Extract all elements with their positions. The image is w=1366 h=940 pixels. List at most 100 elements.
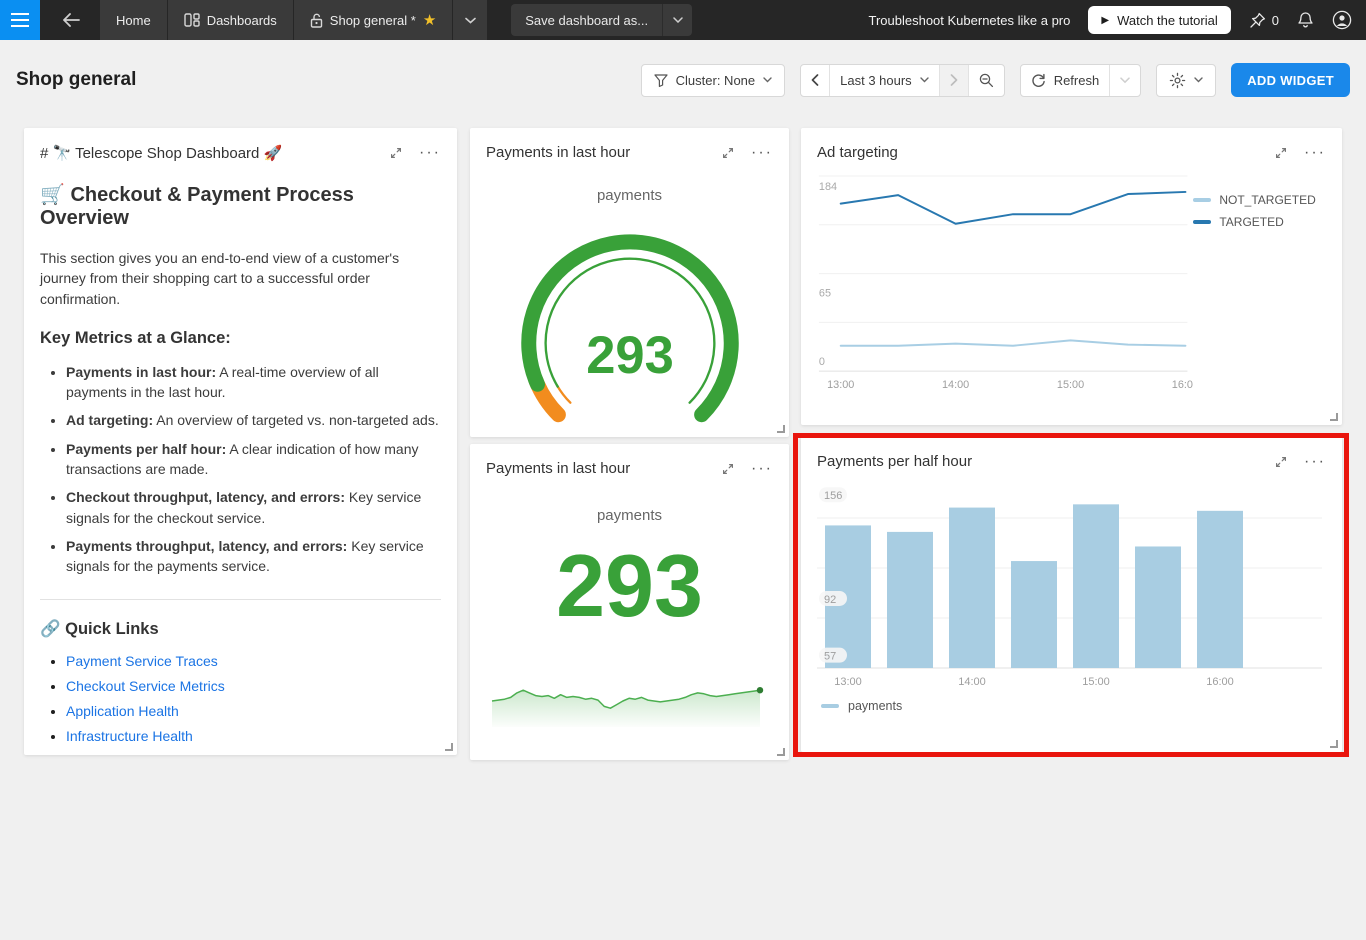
svg-text:15:00: 15:00 xyxy=(1082,676,1110,688)
list-item: Payments per half hour: A clear indicati… xyxy=(66,439,441,480)
notifications-button[interactable] xyxy=(1297,11,1314,29)
save-dashboard-as-button[interactable]: Save dashboard as... xyxy=(511,4,662,36)
time-range-label: Last 3 hours xyxy=(840,73,912,88)
expand-icon[interactable] xyxy=(721,462,735,476)
back-button[interactable] xyxy=(54,3,88,37)
list-item: Checkout Service Metrics xyxy=(66,678,441,694)
payments-per-half-hour-widget: Payments per half hour ··· 156925713:001… xyxy=(801,437,1342,752)
widget-menu-icon[interactable]: ··· xyxy=(419,149,441,157)
zoom-out-icon xyxy=(979,73,994,88)
legend-item: TARGETED xyxy=(1193,215,1334,229)
list-item: SUSE Observability Documentation xyxy=(66,753,441,755)
link-payment-service-traces[interactable]: Payment Service Traces xyxy=(66,653,218,669)
widget-menu-icon[interactable]: ··· xyxy=(751,465,773,473)
widget-menu-icon[interactable]: ··· xyxy=(1304,149,1326,157)
play-icon: ▶ xyxy=(1101,15,1109,26)
expand-icon[interactable] xyxy=(1274,146,1288,160)
save-dashboard-dropdown-button[interactable] xyxy=(662,4,692,36)
svg-text:13:00: 13:00 xyxy=(827,379,854,391)
legend-item: NOT_TARGETED xyxy=(1193,193,1334,207)
expand-icon[interactable] xyxy=(1274,455,1288,469)
hamburger-menu-button[interactable] xyxy=(0,0,40,40)
navbar-right: Troubleshoot Kubernetes like a pro ▶ Wat… xyxy=(869,6,1366,34)
refresh-label: Refresh xyxy=(1054,73,1100,88)
widget-title: Payments in last hour xyxy=(486,144,721,161)
svg-text:92: 92 xyxy=(824,594,836,606)
tab-home[interactable]: Home xyxy=(100,0,168,40)
header-toolbar: Cluster: None Last 3 hours xyxy=(641,63,1350,97)
tab-shop-general[interactable]: Shop general * ★ xyxy=(294,0,453,40)
list-item: Infrastructure Health xyxy=(66,728,441,744)
unlock-icon xyxy=(310,13,323,28)
svg-text:13:00: 13:00 xyxy=(834,676,862,688)
legend-label: TARGETED xyxy=(1219,215,1283,229)
payments-gauge-chart: 293 xyxy=(480,208,780,436)
resize-handle[interactable] xyxy=(1330,413,1338,421)
time-range-button[interactable]: Last 3 hours xyxy=(830,65,940,96)
widget-title: Ad targeting xyxy=(817,144,1274,161)
chevron-down-icon xyxy=(763,77,772,83)
refresh-button[interactable]: Refresh xyxy=(1021,65,1111,96)
widget-menu-icon[interactable]: ··· xyxy=(751,149,773,157)
legend-swatch xyxy=(821,704,839,708)
bell-icon xyxy=(1297,11,1314,29)
filter-icon xyxy=(654,74,668,87)
back-arrow-icon xyxy=(64,14,79,26)
pin-count: 0 xyxy=(1272,13,1279,28)
refresh-icon xyxy=(1031,73,1046,88)
widget-menu-icon[interactable]: ··· xyxy=(1304,458,1326,466)
ad-targeting-widget: Ad targeting ··· 18465013:0014:0015:0016… xyxy=(801,128,1342,425)
resize-handle[interactable] xyxy=(777,425,785,433)
zoom-out-time-button[interactable] xyxy=(969,65,1004,96)
legend-swatch xyxy=(1193,198,1211,202)
resize-handle[interactable] xyxy=(445,743,453,751)
watch-tutorial-button[interactable]: ▶ Watch the tutorial xyxy=(1088,6,1230,34)
save-dashboard-group: Save dashboard as... xyxy=(511,4,692,36)
tab-home-label: Home xyxy=(116,13,151,28)
time-range-group: Last 3 hours xyxy=(800,64,1005,97)
svg-text:57: 57 xyxy=(824,651,836,663)
widget-title: # 🔭 Telescope Shop Dashboard 🚀 xyxy=(40,144,389,162)
link-infrastructure-health[interactable]: Infrastructure Health xyxy=(66,728,193,744)
promo-text: Troubleshoot Kubernetes like a pro xyxy=(869,13,1071,28)
link-application-health[interactable]: Application Health xyxy=(66,703,179,719)
link-suse-observability-docs[interactable]: SUSE Observability Documentation xyxy=(66,753,287,755)
chevron-right-icon xyxy=(950,74,958,86)
dashboards-icon xyxy=(184,13,200,27)
list-item: Payments throughput, latency, and errors… xyxy=(66,536,441,577)
chevron-left-icon xyxy=(811,74,819,86)
payments-number-widget: Payments in last hour ··· payments 293 xyxy=(470,444,789,760)
list-item: Ad targeting: An overview of targeted vs… xyxy=(66,410,441,430)
resize-handle[interactable] xyxy=(1330,740,1338,748)
svg-text:0: 0 xyxy=(819,356,825,368)
pinned-items-button[interactable]: 0 xyxy=(1249,12,1279,29)
quick-links-heading: 🔗 Quick Links xyxy=(40,620,441,639)
tab-dashboards[interactable]: Dashboards xyxy=(168,0,294,40)
dashboard-settings-button[interactable] xyxy=(1156,64,1216,97)
user-avatar[interactable] xyxy=(1332,10,1352,30)
resize-handle[interactable] xyxy=(777,748,785,756)
refresh-options-button[interactable] xyxy=(1110,65,1140,96)
chart-legend: payments xyxy=(801,695,1342,713)
time-forward-button[interactable] xyxy=(940,65,969,96)
expand-icon[interactable] xyxy=(721,146,735,160)
svg-text:156: 156 xyxy=(824,490,842,502)
save-dashboard-as-label: Save dashboard as... xyxy=(525,13,648,28)
list-item: Application Health xyxy=(66,703,441,719)
legend-swatch xyxy=(1193,220,1211,224)
add-widget-button[interactable]: ADD WIDGET xyxy=(1231,63,1350,97)
markdown-widget: # 🔭 Telescope Shop Dashboard 🚀 ··· 🛒 Che… xyxy=(24,128,457,755)
svg-text:15:00: 15:00 xyxy=(1057,379,1084,391)
tabs-overflow-button[interactable] xyxy=(453,0,487,40)
list-item: Checkout throughput, latency, and errors… xyxy=(66,487,441,528)
dashboard-page: Home Dashboards Shop general * ★ Save da… xyxy=(0,0,1366,940)
link-checkout-service-metrics[interactable]: Checkout Service Metrics xyxy=(66,678,225,694)
pin-icon xyxy=(1249,12,1266,29)
cluster-filter-button[interactable]: Cluster: None xyxy=(641,64,785,97)
ad-targeting-chart: 18465013:0014:0015:0016:00 xyxy=(811,167,1193,399)
svg-text:184: 184 xyxy=(819,181,837,193)
expand-icon[interactable] xyxy=(389,146,403,160)
time-back-button[interactable] xyxy=(801,65,830,96)
legend-label: payments xyxy=(848,699,902,713)
favorite-star-icon[interactable]: ★ xyxy=(423,11,436,29)
